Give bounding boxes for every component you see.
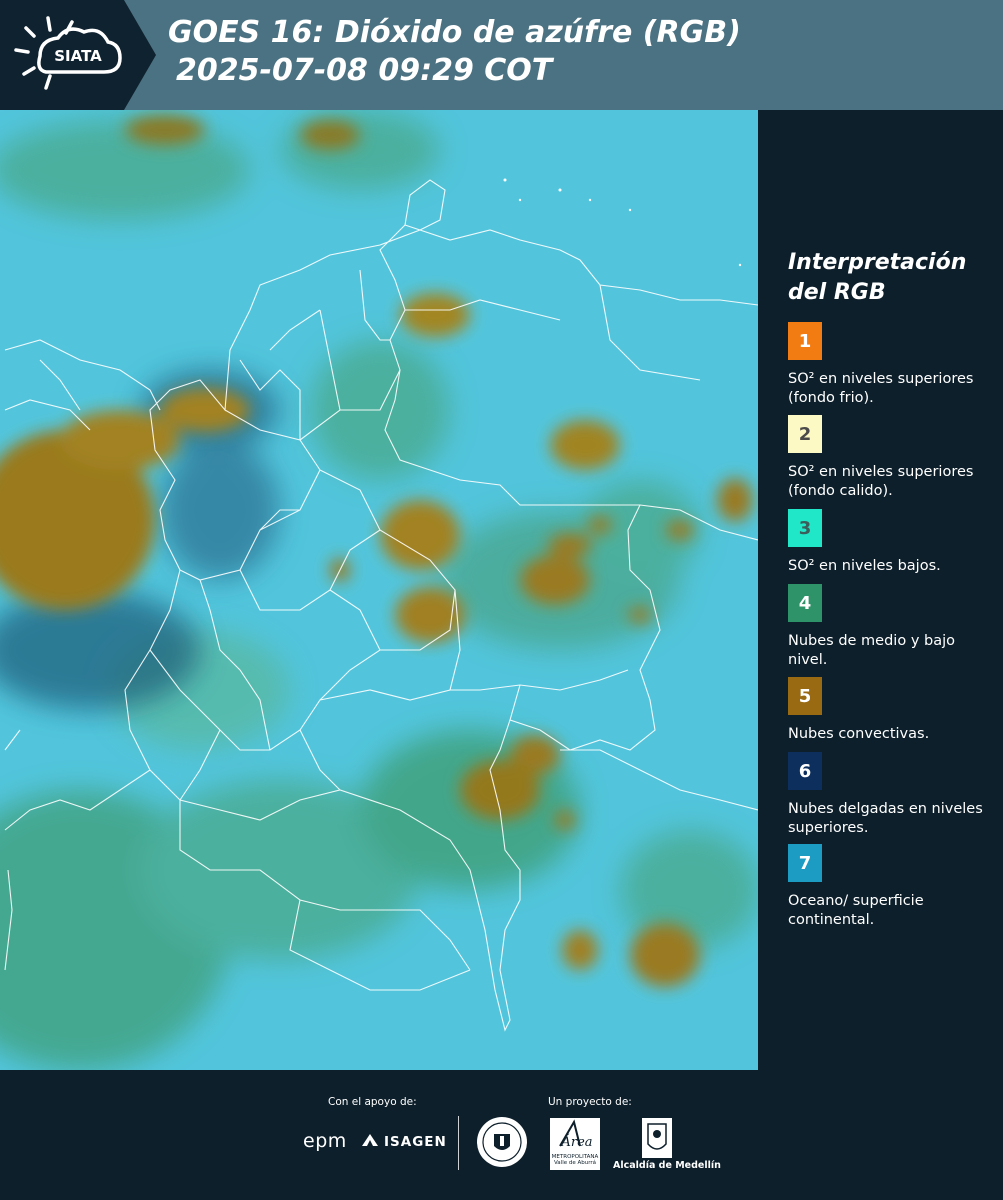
legend-text: Nubes de medio y bajo nivel. — [788, 633, 955, 668]
legend-title-line-2: del RGB — [788, 280, 886, 305]
siata-sun-cloud-icon: SIATA — [14, 16, 122, 90]
page-title: GOES 16: Dióxido de azúfre (RGB) 2025-07… — [168, 14, 988, 90]
medellin-seal-icon — [477, 1117, 527, 1167]
footer-divider — [458, 1116, 459, 1170]
legend-item: 2 SO² en niveles superiores (fondo calido… — [788, 415, 988, 501]
alcaldia-shield-icon — [642, 1118, 672, 1158]
satellite-image — [0, 110, 758, 1070]
legend-item: 4 Nubes de medio y bajo nivel. — [788, 584, 988, 670]
isagen-mark-icon — [362, 1134, 378, 1150]
project-label: Un proyecto de: — [548, 1096, 632, 1108]
legend-swatch: 1 — [788, 322, 822, 360]
footer: Con el apoyo de: Un proyecto de: epm ISA… — [0, 1070, 1003, 1200]
legend-swatch: 4 — [788, 584, 822, 622]
legend-text: SO² en niveles superiores (fondo frio). — [788, 371, 974, 406]
area-metropolitana-subtitle: METROPOLITANA Valle de Aburrá — [551, 1154, 599, 1166]
legend-swatch: 5 — [788, 677, 822, 715]
legend-title-line-1: Interpretación — [788, 250, 967, 275]
legend-text: Nubes convectivas. — [788, 726, 930, 742]
legend-text: SO² en niveles bajos. — [788, 558, 941, 574]
title-line-1: GOES 16: Dióxido de azúfre (RGB) — [168, 15, 741, 50]
siata-logo-text: SIATA — [54, 47, 102, 65]
legend-title: Interpretación del RGB — [788, 248, 988, 308]
legend-text: SO² en niveles superiores (fondo calido)… — [788, 464, 974, 499]
legend-swatch: 3 — [788, 509, 822, 547]
isagen-logo: ISAGEN — [384, 1134, 447, 1150]
rgb-legend: Interpretación del RGB 1 SO² en niveles s… — [770, 112, 995, 1067]
legend-item: 1 SO² en niveles superiores (fondo frio). — [788, 322, 988, 408]
legend-item: 7 Oceano/ superficie continental. — [788, 844, 988, 930]
legend-text: Oceano/ superficie continental. — [788, 893, 924, 928]
area-logo-mark: Área — [559, 1119, 593, 1150]
legend-item: 3 SO² en niveles bajos. — [788, 509, 988, 576]
header: SIATA GOES 16: Dióxido de azúfre (RGB) 2… — [0, 0, 1003, 110]
legend-swatch: 2 — [788, 415, 822, 453]
area-logo-text: Área — [560, 1134, 592, 1150]
support-label: Con el apoyo de: — [328, 1096, 417, 1108]
siata-logo: SIATA — [0, 0, 156, 110]
legend-swatch: 7 — [788, 844, 822, 882]
epm-logo: epm — [303, 1130, 347, 1152]
legend-swatch: 6 — [788, 752, 822, 790]
legend-item: 5 Nubes convectivas. — [788, 677, 988, 744]
title-line-2: 2025-07-08 09:29 COT — [176, 53, 553, 88]
legend-item: 6 Nubes delgadas en niveles superiores. — [788, 752, 988, 838]
satellite-map[interactable] — [0, 110, 758, 1070]
legend-text: Nubes delgadas en niveles superiores. — [788, 801, 983, 836]
alcaldia-text: Alcaldía de Medellín — [613, 1160, 721, 1171]
